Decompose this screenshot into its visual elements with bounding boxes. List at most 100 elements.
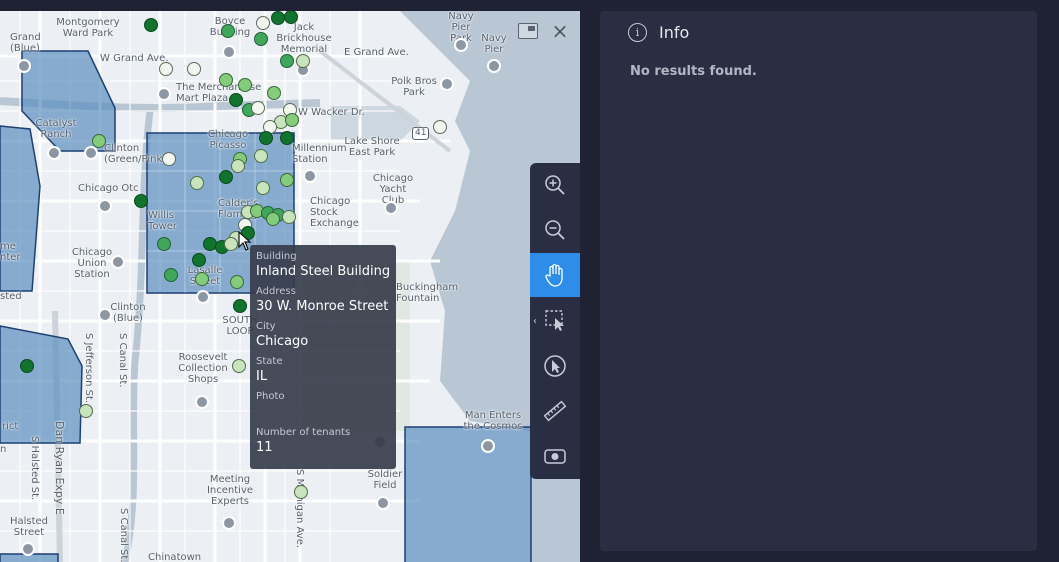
map-label: Chicago Stock Exchange [310,196,359,229]
building-point[interactable] [144,18,158,32]
building-point[interactable] [162,152,176,166]
building-point[interactable] [251,101,265,115]
building-point[interactable] [79,404,93,418]
select-feature-button[interactable] [530,344,580,388]
building-point[interactable] [232,359,246,373]
poi-marker[interactable] [303,169,317,183]
building-point[interactable] [224,237,238,251]
map-view[interactable]: Montgomery Ward Park Boyce Building Jack… [0,11,580,562]
expand-map-button[interactable] [518,23,538,39]
feature-tooltip: Building Inland Steel Building Address 3… [250,245,396,469]
map-label: W Wacker Dr. [298,107,365,118]
mouse-cursor-icon [238,231,252,251]
building-point[interactable] [282,210,296,224]
building-point[interactable] [271,11,285,25]
poi-marker[interactable] [487,59,501,73]
building-point[interactable] [296,54,310,68]
map-label: Meeting Incentive Experts [206,474,254,507]
building-point[interactable] [238,78,252,92]
zoom-in-button[interactable] [530,163,580,207]
poi-marker[interactable] [222,516,236,530]
map-label: Catalyst Ranch [35,118,77,140]
building-point[interactable] [256,16,270,30]
building-point[interactable] [254,149,268,163]
poi-marker[interactable] [440,77,454,91]
map-label: S Canal St. [118,508,129,562]
building-point[interactable] [159,62,173,76]
building-point[interactable] [157,237,171,251]
map-label: S Michigan Ave. [294,469,305,549]
building-point[interactable] [164,268,178,282]
poi-marker[interactable] [98,199,112,213]
poi-marker[interactable] [195,395,209,409]
building-point[interactable] [20,359,34,373]
map-label: Roosevelt Collection Shops [178,352,228,385]
poi-marker[interactable] [84,146,98,160]
close-map-button[interactable]: × [550,21,570,41]
building-point[interactable] [285,113,299,127]
map-label: Navy Pier [481,33,507,55]
map-label: Chicago Picasso [207,129,249,151]
poi-marker[interactable] [17,59,31,73]
building-point[interactable] [221,24,235,38]
poi-marker[interactable] [454,38,468,52]
building-point[interactable] [219,170,233,184]
zoom-out-button[interactable] [530,208,580,252]
map-label: Buckingham Fountain [396,282,459,304]
building-point[interactable] [195,272,209,286]
tooltip-value: IL [256,369,268,384]
building-point[interactable] [294,485,308,499]
tooltip-key: Photo [256,391,285,402]
tooltip-photo: Photo [256,391,390,421]
select-area-button[interactable]: ‹ [530,298,580,342]
building-point[interactable] [192,253,206,267]
hand-icon [545,263,563,287]
map-label: Dan Ryan Expy E [53,421,66,515]
screenshot-button[interactable] [530,434,580,478]
building-point[interactable] [187,62,201,76]
poi-marker[interactable] [21,542,35,556]
tooltip-key: Building [256,251,297,262]
building-point[interactable] [219,73,233,87]
zoom-in-icon [545,175,565,195]
app-window: Montgomery Ward Park Boyce Building Jack… [0,0,1059,562]
ruler-icon [543,400,567,422]
building-point[interactable] [256,181,270,195]
map-label: S Canal St. [117,333,128,388]
map-label: Montgomery Ward Park [56,17,120,39]
map-label: S Halsted St. [29,436,40,501]
building-point[interactable] [433,120,447,134]
tooltip-value: 30 W. Monroe Street [256,299,389,314]
select-pointer-icon [544,355,566,377]
poi-marker[interactable] [384,201,398,215]
map-label: Polk Bros Park [391,76,437,98]
building-point[interactable] [266,212,280,226]
poi-marker[interactable] [47,146,61,160]
poi-marker[interactable] [481,439,495,453]
building-point[interactable] [259,131,273,145]
building-point[interactable] [229,93,243,107]
building-point[interactable] [280,131,294,145]
camera-icon [544,449,566,464]
poi-marker[interactable] [157,87,171,101]
building-point[interactable] [190,176,204,190]
building-point[interactable] [233,299,247,313]
pan-tool-button[interactable] [530,253,580,297]
poi-marker[interactable] [222,45,236,59]
tooltip-value: 11 [256,440,273,455]
poi-marker[interactable] [196,290,210,304]
building-point[interactable] [134,194,148,208]
building-point[interactable] [280,54,294,68]
map-label: W Grand Ave. [100,53,169,64]
poi-marker[interactable] [111,255,125,269]
measure-button[interactable] [530,389,580,433]
poi-marker[interactable] [376,496,390,510]
building-point[interactable] [231,159,245,173]
poi-marker[interactable] [98,308,112,322]
building-point[interactable] [280,173,294,187]
tooltip-address: Address 30 W. Monroe Street [256,286,390,315]
building-point[interactable] [254,32,268,46]
building-point[interactable] [230,275,244,289]
building-point[interactable] [267,86,281,100]
building-point[interactable] [92,134,106,148]
